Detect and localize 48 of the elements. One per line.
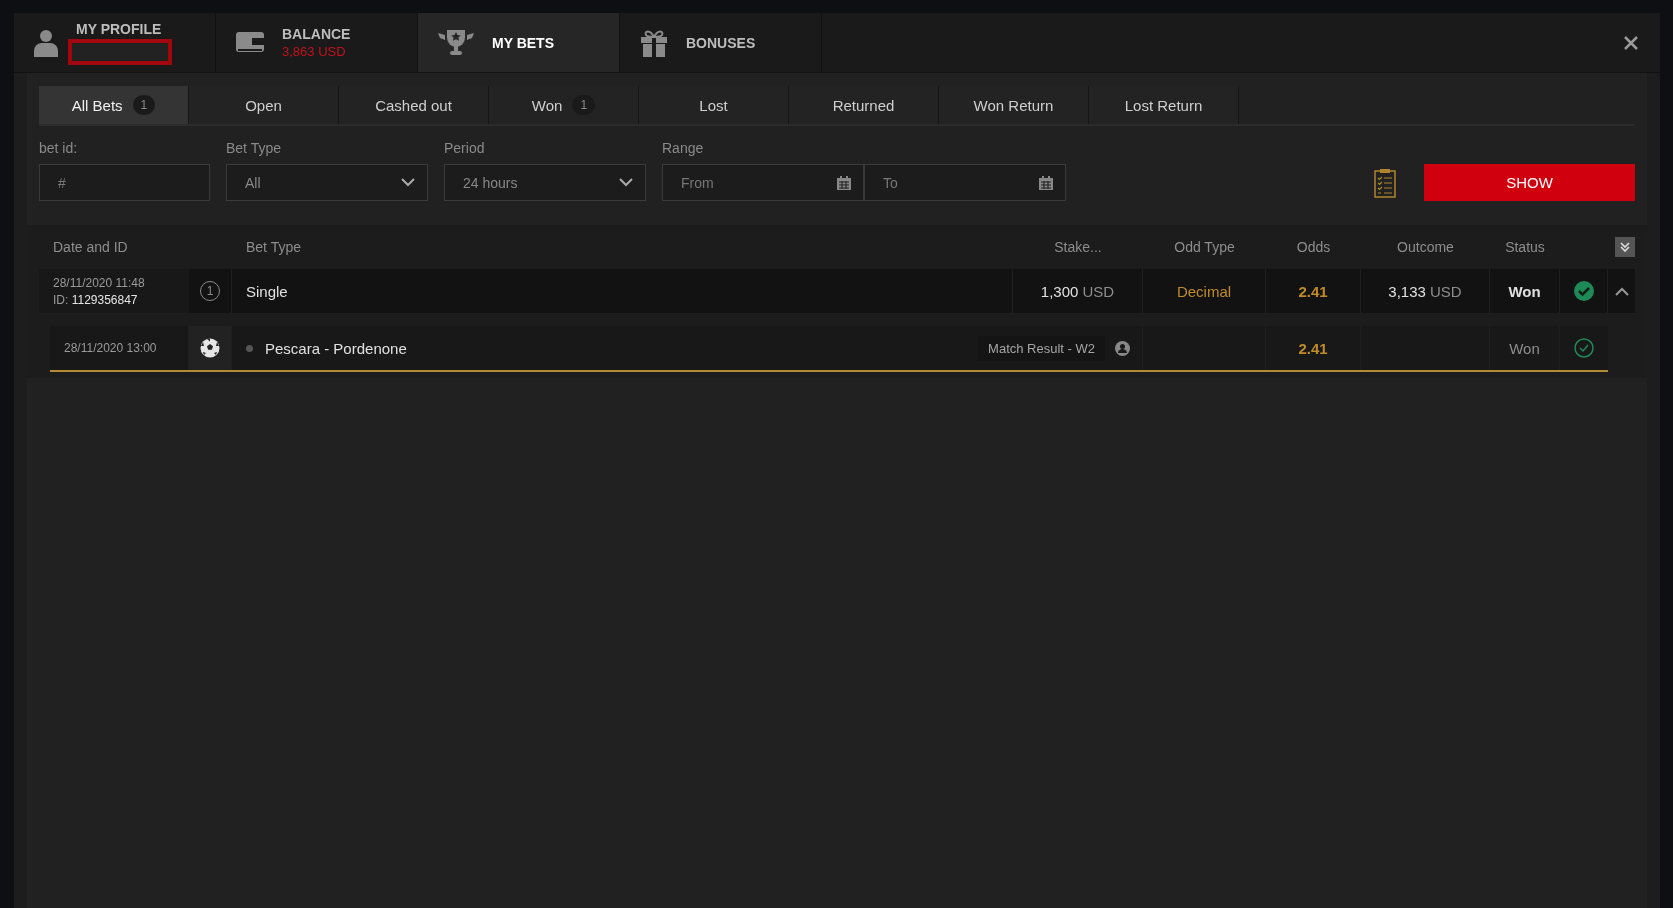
field-label: Bet Type [226, 140, 282, 156]
column-header: Odds [1295, 239, 1332, 255]
tab-label: Open [245, 96, 282, 114]
count-badge: 1 [572, 95, 596, 115]
stake: 1,300 USD [1040, 282, 1115, 300]
market-label: Match Result - W2 [978, 335, 1105, 361]
bet-type-select[interactable]: All [226, 164, 428, 201]
column-header: Stake... [1053, 239, 1103, 255]
top-tab[interactable]: MY BETS [418, 13, 620, 72]
field-label: Period [444, 140, 486, 156]
odds: 2.41 [1298, 282, 1328, 300]
tab-label: Lost Return [1124, 96, 1203, 114]
bet-date: 28/11/2020 11:48 [53, 275, 146, 290]
field-label: Range [662, 140, 705, 156]
tab-label: Returned [832, 96, 895, 114]
column-header: Status [1504, 239, 1546, 255]
from-date-field[interactable]: From [662, 164, 864, 201]
period-select[interactable]: 24 hours [444, 164, 646, 201]
column-header: Odd Type [1173, 239, 1236, 255]
bet-id-field[interactable]: # [39, 164, 210, 201]
to-date-field[interactable]: To [864, 164, 1066, 201]
balance-amount: 3,863 USD [282, 44, 347, 59]
column-header: Outcome [1396, 239, 1455, 255]
bet-row[interactable]: 28/11/2020 11:48 ID: 1129356847 1 Single 1,300 USD Decimal 2.41 3,133 USD Won [39, 269, 1635, 314]
odds: 2.41 [1298, 339, 1328, 357]
tab-label: Won [531, 96, 563, 114]
match-name: Pescara - Pordenone [265, 339, 407, 357]
tab-label: All Bets [71, 96, 123, 114]
outcome: 3,133 USD [1388, 282, 1462, 300]
column-header: Bet Type [245, 239, 302, 255]
tab-label: MY PROFILE [76, 20, 163, 37]
count-badge: 1 [132, 95, 156, 115]
tab-label: MY BETS [492, 34, 554, 51]
tab-label: BALANCE [282, 26, 351, 42]
bet-type: Single [246, 282, 288, 300]
show-button[interactable]: SHOW [1424, 164, 1635, 201]
bet-id: ID: 1129356847 [53, 292, 139, 307]
odd-type: Decimal [1176, 282, 1232, 300]
filter-tab[interactable]: All Bets 1 [39, 86, 189, 124]
column-header: Date and ID [52, 239, 129, 255]
tab-label: Won Return [973, 96, 1054, 114]
tab-label: Lost [699, 96, 728, 114]
tab-label: Cashed out [375, 96, 452, 114]
status: Won [1508, 282, 1541, 300]
tab-label: BONUSES [686, 34, 756, 51]
event-date: 28/11/2020 13:00 [64, 341, 157, 355]
field-label: bet id: [39, 140, 79, 156]
status: Won [1509, 339, 1540, 357]
